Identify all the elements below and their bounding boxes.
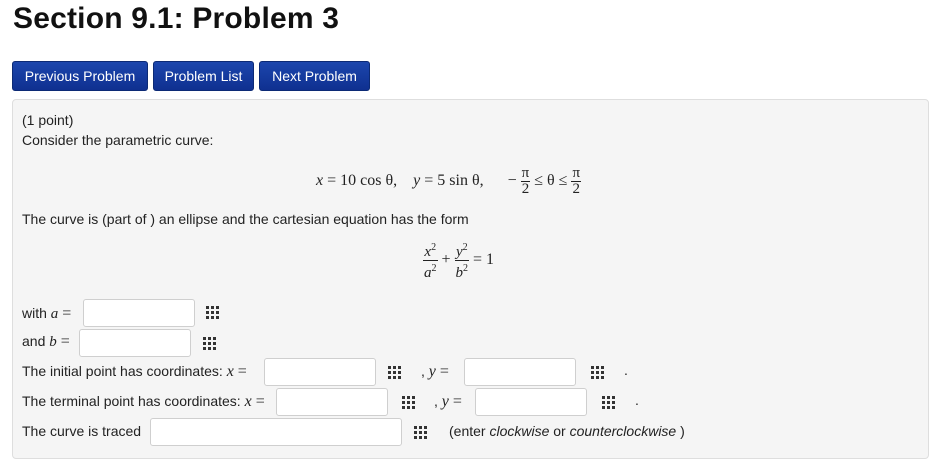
ellipse-statement: The curve is (part of ) an ellipse and t…	[22, 211, 469, 227]
parametric-equations: x = 10 cos θ, y = 5 sin θ, − π 2 ≤ θ ≤ π…	[316, 164, 582, 197]
page-title: Section 9.1: Problem 3	[13, 2, 340, 35]
initial-y-input[interactable]	[464, 358, 576, 386]
terminal-point-text: The terminal point has coordinates:	[22, 393, 245, 409]
terminal-y-label: , y =	[434, 393, 462, 411]
b-symbol: b	[49, 334, 57, 350]
next-problem-button[interactable]: Next Problem	[259, 61, 370, 91]
comma: ,	[421, 363, 425, 379]
a-label-prefix: with	[22, 305, 51, 321]
minus-sign: −	[507, 172, 517, 189]
traced-hint: (enter clockwise or counterclockwise )	[449, 423, 685, 439]
x-symbol: x	[244, 393, 252, 410]
cartesian-equation: x2 a2 + y2 b2 = 1	[423, 240, 495, 281]
problem-points: (1 point)	[22, 112, 74, 128]
x-expression: 10 cos θ,	[340, 172, 398, 189]
lower-bound-fraction: π 2	[520, 164, 531, 197]
problem-body: (1 point) Consider the parametric curve:…	[12, 99, 929, 459]
exponent: 2	[431, 263, 437, 274]
b-label: and b =	[22, 333, 70, 351]
traced-label: The curve is traced	[22, 423, 142, 439]
pi-symbol: π	[520, 164, 531, 182]
problem-intro: Consider the parametric curve:	[22, 132, 214, 148]
traced-direction-input[interactable]	[150, 418, 402, 446]
a-symbol: a	[424, 265, 432, 281]
initial-point-label: The initial point has coordinates: x =	[22, 363, 247, 381]
hint-clockwise: clockwise	[489, 423, 550, 439]
previous-problem-button[interactable]: Previous Problem	[12, 61, 148, 91]
a-input[interactable]	[83, 299, 195, 327]
equals-sign: =	[251, 393, 265, 410]
equation-editor-icon[interactable]	[203, 337, 217, 350]
equals-sign: =	[448, 393, 462, 410]
b-symbol: b	[455, 265, 464, 281]
b-input[interactable]	[79, 329, 191, 357]
y-symbol: y	[441, 393, 449, 410]
x-symbol: x	[316, 172, 324, 189]
plus-sign: +	[441, 251, 451, 269]
terminal-y-input[interactable]	[475, 388, 587, 416]
equals-sign: =	[435, 363, 449, 380]
denominator-two: 2	[521, 180, 530, 197]
initial-x-input[interactable]	[264, 358, 376, 386]
equation-editor-icon[interactable]	[591, 366, 605, 379]
terminal-x-input[interactable]	[276, 388, 388, 416]
equals-sign: =	[58, 305, 72, 322]
exponent: 2	[463, 263, 469, 274]
equation-editor-icon[interactable]	[388, 366, 402, 379]
y-expression: 5 sin θ,	[437, 172, 484, 189]
terminal-point-label: The terminal point has coordinates: x =	[22, 393, 265, 411]
period: .	[624, 362, 628, 378]
equation-editor-icon[interactable]	[206, 306, 220, 319]
hint-close: )	[676, 423, 685, 439]
upper-bound-fraction: π 2	[571, 164, 582, 197]
initial-y-label: , y =	[421, 363, 449, 381]
equals-sign: =	[233, 363, 247, 380]
a-label: with a =	[22, 305, 71, 323]
hint-counterclockwise: counterclockwise	[569, 423, 677, 439]
equation-editor-icon[interactable]	[414, 426, 428, 439]
hint-open: (enter	[449, 423, 490, 439]
y-symbol: y	[455, 244, 463, 260]
y-over-b-fraction: y2 b2	[454, 240, 470, 281]
initial-point-text: The initial point has coordinates:	[22, 363, 227, 379]
exponent: 2	[462, 242, 468, 253]
exponent: 2	[431, 242, 437, 253]
equation-editor-icon[interactable]	[402, 396, 416, 409]
equals-sign: =	[56, 333, 70, 350]
comma: ,	[434, 393, 438, 409]
equals-one: = 1	[473, 251, 495, 269]
y-symbol: y	[413, 172, 421, 189]
x-over-a-fraction: x2 a2	[423, 240, 438, 281]
hint-or: or	[549, 423, 570, 439]
denominator-two: 2	[572, 180, 581, 197]
theta-range: ≤ θ ≤	[534, 172, 568, 189]
y-symbol: y	[428, 363, 436, 380]
problem-list-button[interactable]: Problem List	[153, 61, 254, 91]
equation-editor-icon[interactable]	[602, 396, 616, 409]
pi-symbol: π	[571, 164, 582, 182]
period: .	[635, 392, 639, 408]
x-symbol: x	[226, 363, 234, 380]
b-label-prefix: and	[22, 333, 50, 349]
